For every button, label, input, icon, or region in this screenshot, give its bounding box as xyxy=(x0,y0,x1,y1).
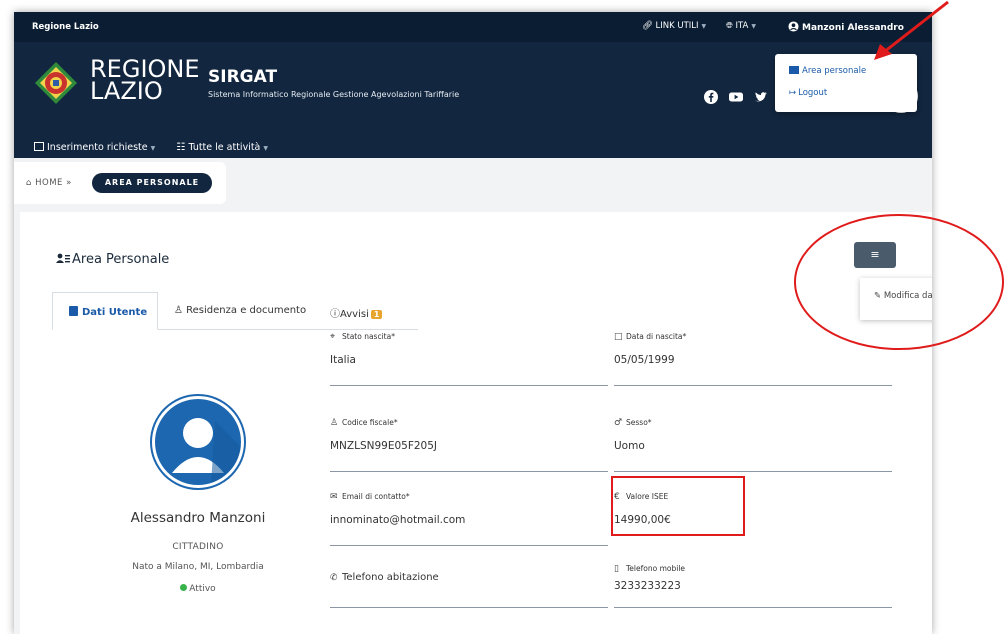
top-bar: Regione Lazio 🔗︎ LINK UTILI ▼ 🌐︎ ITA ▼ Man… xyxy=(14,12,932,42)
field-email[interactable]: ✉ Email di contatto* innominato@hotmail.c… xyxy=(330,492,608,546)
calendar-icon: □ xyxy=(614,332,623,342)
field-label-text: Telefono abitazione xyxy=(342,572,439,583)
main-nav: Inserimento richieste ▼ ☷ Tutte le attivi… xyxy=(34,142,286,153)
youtube-icon[interactable] xyxy=(729,90,744,104)
user-avatar-icon xyxy=(172,418,241,485)
nav-inserimento-richieste[interactable]: Inserimento richieste ▼ xyxy=(34,142,158,153)
edit-menu-highlight-ellipse xyxy=(794,214,1004,350)
language-label: ITA xyxy=(735,21,749,31)
nav-label: Tutte le attività xyxy=(188,142,261,153)
menu-item-area-personale[interactable]: Area personale xyxy=(789,66,866,76)
link-utili-label: LINK UTILI xyxy=(655,21,699,31)
globe-icon: 🌐︎ xyxy=(726,21,736,31)
grid-icon: ☷ xyxy=(176,142,189,153)
nav-label: Inserimento richieste xyxy=(47,142,148,153)
breadcrumb-current: AREA PERSONALE xyxy=(92,173,212,193)
page-title: Area Personale xyxy=(56,252,169,267)
user-circle-icon xyxy=(788,21,799,32)
isee-highlight-box xyxy=(611,476,745,536)
chevron-down-icon: ▼ xyxy=(150,145,156,152)
page-title-text: Area Personale xyxy=(72,252,170,267)
field-label: ♂ Sesso* xyxy=(614,418,892,428)
field-codice-fiscale[interactable]: ♙ Codice fiscale* MNZLSN99E05F205J xyxy=(330,418,608,472)
chevron-down-icon: ▼ xyxy=(751,23,756,30)
annotation-arrow xyxy=(874,0,949,60)
field-label: ✉ Email di contatto* xyxy=(330,492,608,502)
app-subtitle: Sistema Informatico Regionale Gestione A… xyxy=(208,90,460,99)
field-label-text: Data di nascita* xyxy=(626,332,687,341)
field-value: 3233233223 xyxy=(614,580,681,592)
logout-icon: ↦ xyxy=(789,88,797,98)
regione-lazio-logo[interactable] xyxy=(34,61,78,105)
user-outline-icon: ♙ xyxy=(174,305,187,316)
brand-line-2: LAZIO xyxy=(90,77,163,105)
breadcrumb-home-label: HOME xyxy=(35,178,63,188)
menu-item-logout[interactable]: ↦ Logout xyxy=(789,88,827,98)
field-label-text: Stato nascita* xyxy=(342,332,395,341)
field-label-text: Email di contatto* xyxy=(342,492,410,501)
chevron-right-icon: » xyxy=(66,178,72,188)
field-value: 05/05/1999 xyxy=(614,354,675,366)
profile-role: CITTADINO xyxy=(172,542,224,552)
region-link[interactable]: Regione Lazio xyxy=(32,22,99,32)
profile-birthplace: Nato a Milano, MI, Lombardia xyxy=(132,562,264,572)
field-telefono-abitazione[interactable]: ✆ Telefono abitazione xyxy=(330,572,608,608)
chevron-down-icon: ▼ xyxy=(701,23,707,30)
location-pin-icon: ⌖ xyxy=(330,332,336,342)
field-value: Uomo xyxy=(614,440,645,452)
phone-icon: ✆ xyxy=(330,573,338,583)
field-label: ▯ Telefono mobile xyxy=(614,564,892,574)
user-outline-icon: ♙ xyxy=(330,418,339,428)
id-badge-icon xyxy=(69,306,78,316)
envelope-icon: ✉ xyxy=(330,492,338,502)
profile-tabs: Dati Utente ♙ Residenza e documento ⓘAvv… xyxy=(52,292,418,330)
status-dot xyxy=(180,584,188,591)
field-value: MNZLSN99E05F205J xyxy=(330,440,438,452)
field-value: Italia xyxy=(330,354,356,366)
link-icon: 🔗︎ xyxy=(642,21,656,31)
tab-residenza-documento[interactable]: ♙ Residenza e documento xyxy=(174,292,306,330)
brand-wordmark: REGIONE LAZIO xyxy=(90,57,200,105)
field-stato-nascita[interactable]: ⌖ Stato nascita* Italia xyxy=(330,332,608,386)
avatar xyxy=(152,396,244,488)
field-label-text: Telefono mobile xyxy=(626,564,686,573)
status-badge: Attivo xyxy=(100,584,296,594)
breadcrumb-home[interactable]: ⌂ HOME » xyxy=(26,178,72,188)
field-label-text: Sesso* xyxy=(626,418,652,427)
status-label: Attivo xyxy=(189,584,216,594)
home-icon: ⌂ xyxy=(26,178,36,188)
user-list-icon xyxy=(56,253,70,263)
menu-item-label: Area personale xyxy=(802,66,867,76)
profile-name: Alessandro Manzoni xyxy=(130,510,266,526)
field-label: ✆ Telefono abitazione xyxy=(330,572,608,583)
facebook-icon[interactable] xyxy=(704,89,718,104)
nav-tutte-le-attivita[interactable]: ☷ Tutte le attività ▼ xyxy=(176,142,268,153)
breadcrumb: ⌂ HOME » AREA PERSONALE xyxy=(14,162,226,204)
document-icon xyxy=(34,142,44,151)
tab-label: Dati Utente xyxy=(82,307,148,318)
language-selector[interactable]: 🌐︎ ITA ▼ xyxy=(726,21,756,31)
male-icon: ♂ xyxy=(614,418,623,428)
tab-avvisi[interactable]: ⓘAvvisi 1 xyxy=(330,292,383,330)
field-label: ⌖ Stato nascita* xyxy=(330,332,608,342)
field-sesso[interactable]: ♂ Sesso* Uomo xyxy=(614,418,892,472)
tab-dati-utente[interactable]: Dati Utente xyxy=(52,292,158,330)
browser-frame: Regione Lazio 🔗︎ LINK UTILI ▼ 🌐︎ ITA ▼ Man… xyxy=(14,12,932,634)
field-value: innominato@hotmail.com xyxy=(330,514,466,526)
twitter-icon[interactable] xyxy=(754,90,768,104)
info-circle-icon: ⓘ xyxy=(330,309,340,320)
menu-item-label: Logout xyxy=(798,88,828,98)
chevron-down-icon: ▼ xyxy=(263,145,268,152)
mobile-phone-icon: ▯ xyxy=(614,564,619,574)
id-card-icon xyxy=(789,66,799,74)
field-telefono-mobile[interactable]: ▯ Telefono mobile 3233233223 xyxy=(614,564,892,608)
tab-label: Avvisi xyxy=(340,309,369,320)
field-label-text: Codice fiscale* xyxy=(342,418,398,427)
social-links xyxy=(704,86,774,106)
app-name: SIRGAT xyxy=(208,67,278,87)
avvisi-count-badge: 1 xyxy=(370,310,383,319)
link-utili-dropdown[interactable]: 🔗︎ LINK UTILI ▼ xyxy=(642,21,706,31)
tab-label: Residenza e documento xyxy=(186,305,307,316)
field-label: ♙ Codice fiscale* xyxy=(330,418,608,428)
